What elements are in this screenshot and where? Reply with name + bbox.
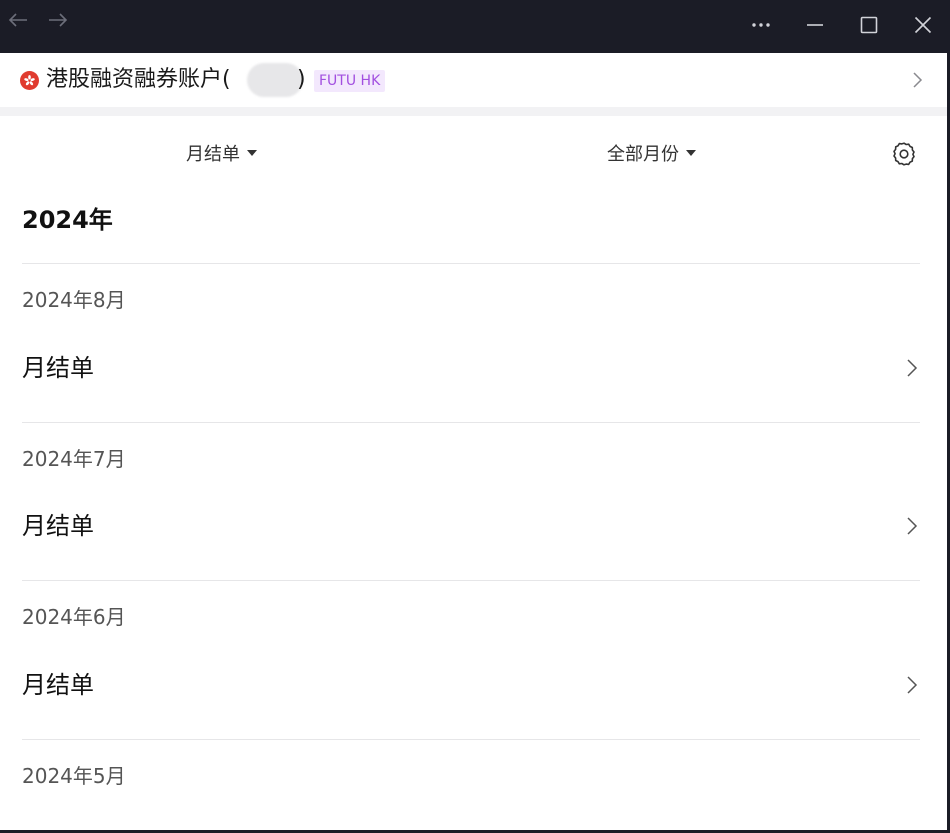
back-arrow-icon[interactable] xyxy=(4,8,32,32)
section-divider xyxy=(0,107,947,116)
account-selector[interactable]: 港股融资融券账户( ) FUTU HK xyxy=(0,53,947,107)
statement-label: 月结单 xyxy=(22,671,94,699)
divider xyxy=(22,263,920,264)
settings-gear-icon[interactable] xyxy=(890,140,918,168)
chevron-right-icon[interactable] xyxy=(908,70,926,90)
statement-row[interactable]: 月结单 xyxy=(0,659,947,711)
caret-down-icon xyxy=(686,150,696,156)
window-titlebar xyxy=(0,0,950,53)
year-heading: 2024年 xyxy=(22,206,113,234)
chevron-right-icon xyxy=(903,356,921,380)
account-name-suffix: ) xyxy=(297,67,306,92)
month-label: 2024年8月 xyxy=(22,288,126,312)
divider xyxy=(22,739,920,740)
statement-type-label: 月结单 xyxy=(186,144,240,165)
account-name: 港股融资融券账户( xyxy=(46,67,231,92)
chevron-right-icon xyxy=(903,673,921,697)
minimize-icon[interactable] xyxy=(802,12,828,38)
chevron-right-icon xyxy=(903,514,921,538)
statement-label: 月结单 xyxy=(22,512,94,540)
masked-account-number xyxy=(247,63,303,97)
statement-type-dropdown[interactable]: 月结单 xyxy=(186,140,257,166)
month-dropdown[interactable]: 全部月份 xyxy=(607,140,696,166)
month-label: 2024年6月 xyxy=(22,605,126,629)
divider xyxy=(22,422,920,423)
broker-badge: FUTU HK xyxy=(314,70,386,92)
statement-row[interactable]: 月结单 xyxy=(0,342,947,394)
caret-down-icon xyxy=(247,150,257,156)
divider xyxy=(22,580,920,581)
hong-kong-flag-icon xyxy=(20,71,39,90)
statement-label: 月结单 xyxy=(22,354,94,382)
statements-page: 港股融资融券账户( ) FUTU HK 月结单 全部月份 2024年 2024年… xyxy=(0,53,947,830)
maximize-icon[interactable] xyxy=(856,12,882,38)
close-icon[interactable] xyxy=(909,11,937,39)
month-filter-label: 全部月份 xyxy=(607,144,679,165)
more-horizontal-icon[interactable] xyxy=(748,12,774,38)
month-label: 2024年5月 xyxy=(22,764,126,788)
month-label: 2024年7月 xyxy=(22,447,126,471)
statement-row[interactable]: 月结单 xyxy=(0,500,947,552)
forward-arrow-icon[interactable] xyxy=(44,8,72,32)
